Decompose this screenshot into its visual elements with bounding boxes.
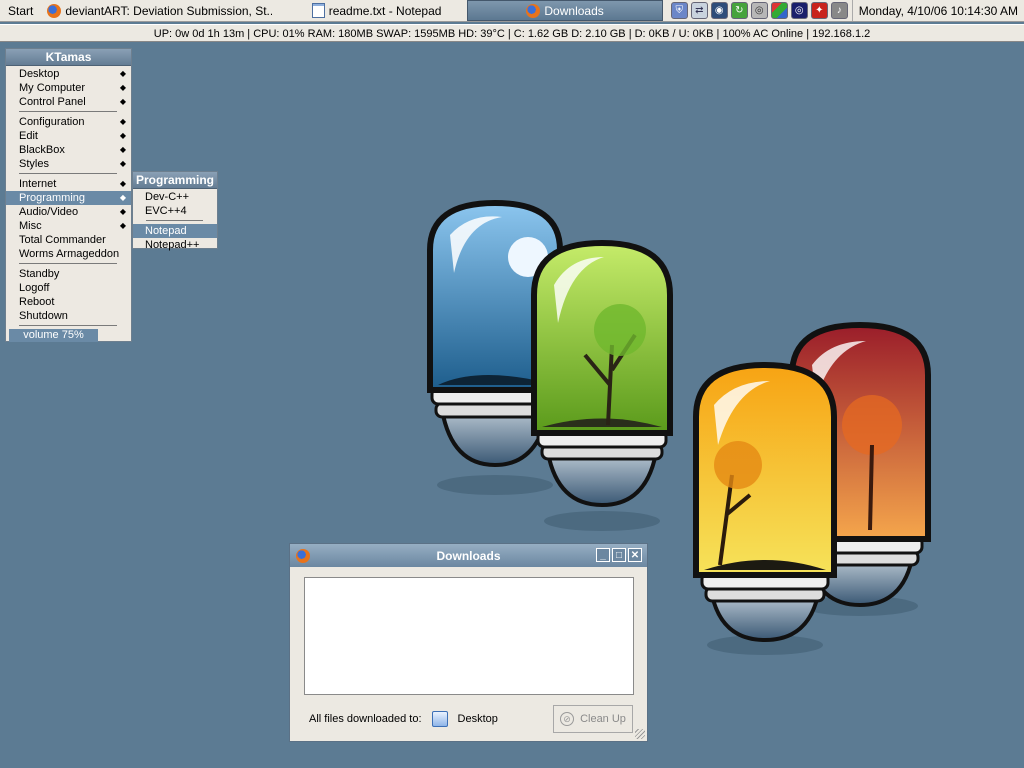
menu-item-my-computer[interactable]: My Computer ◆ <box>6 81 131 95</box>
submenu-arrow-icon: ◆ <box>119 221 126 230</box>
menu-separator <box>19 111 117 112</box>
taskbar: Start deviantART: Deviation Submission, … <box>0 0 1024 22</box>
menu-separator <box>19 325 117 326</box>
downloads-title-bar[interactable]: Downloads _ □ ✕ <box>290 544 647 567</box>
downloads-footer: All files downloaded to: Desktop ⊘ Clean… <box>309 705 633 733</box>
submenu-item-evc4[interactable]: EVC++4 <box>133 204 217 218</box>
submenu-arrow-icon: ◆ <box>119 207 126 216</box>
menu-item-logoff[interactable]: Logoff <box>6 281 131 295</box>
target-icon[interactable]: ◎ <box>790 2 808 19</box>
submenu-item-dev-cpp[interactable]: Dev-C++ <box>133 190 217 204</box>
window-title: Downloads <box>436 548 501 563</box>
menu-item-label: Styles <box>19 158 49 170</box>
cleanup-icon: ⊘ <box>560 712 575 726</box>
menu-item-styles[interactable]: Styles ◆ <box>6 157 131 171</box>
task-notepad[interactable]: readme.txt - Notepad <box>272 0 468 21</box>
yellow-lamp <box>693 361 837 643</box>
menu-item-configuration[interactable]: Configuration ◆ <box>6 115 131 129</box>
download-folder-link[interactable]: Desktop <box>458 713 498 725</box>
submenu-arrow-icon: ◆ <box>119 179 126 188</box>
clock: Monday, 4/10/06 10:14:30 AM <box>851 0 1024 21</box>
menu-separator <box>146 220 203 221</box>
maximize-button[interactable]: □ <box>612 548 626 562</box>
submenu-item-notepad-plus-plus[interactable]: Notepad++ <box>133 238 217 252</box>
disc-icon[interactable]: ◎ <box>750 2 768 19</box>
submenu-arrow-icon: ◆ <box>119 83 126 92</box>
notepad-icon <box>311 3 325 18</box>
menu-item-label: Logoff <box>19 282 50 294</box>
menu-item-reboot[interactable]: Reboot <box>6 295 131 309</box>
menu-separator <box>19 263 117 264</box>
menu-item-desktop[interactable]: Desktop ◆ <box>6 67 131 81</box>
menu-item-label: My Computer <box>19 82 86 94</box>
menu-item-programming[interactable]: Programming ◆ <box>6 191 131 205</box>
menu-item-audio-video[interactable]: Audio/Video ◆ <box>6 205 131 219</box>
menu-item-label: Shutdown <box>19 310 68 322</box>
menu-item-label: Total Commander <box>19 234 106 246</box>
downloads-list[interactable] <box>304 577 634 695</box>
menu-item-label: Standby <box>19 268 60 280</box>
minimize-button[interactable]: _ <box>596 548 610 562</box>
menu-item-label: Internet <box>19 178 57 190</box>
speaker-icon[interactable]: ♪ <box>830 2 848 19</box>
submenu-arrow-icon: ◆ <box>119 159 126 168</box>
flag-icon[interactable]: ✦ <box>810 2 828 19</box>
submenu-title[interactable]: Programming <box>133 172 217 189</box>
task-deviantart[interactable]: deviantART: Deviation Submission, St... <box>41 0 272 21</box>
menu-item-label: Configuration <box>19 116 85 128</box>
menu-item-internet[interactable]: Internet ◆ <box>6 177 131 191</box>
menu-item-label: BlackBox <box>19 144 65 156</box>
system-status-bar: UP: 0w 0d 1h 13m | CPU: 01% RAM: 180MB S… <box>0 24 1024 42</box>
close-button[interactable]: ✕ <box>628 548 642 562</box>
menu-item-blackbox[interactable]: BlackBox ◆ <box>6 143 131 157</box>
green-lamp <box>531 239 673 508</box>
menu-item-label: Edit <box>19 130 38 142</box>
firefox-icon <box>47 3 62 18</box>
menu-separator <box>19 173 117 174</box>
network-icon[interactable]: ⇄ <box>690 2 708 19</box>
menu-item-worms-armageddon[interactable]: Worms Armageddon <box>6 247 131 261</box>
clean-up-label: Clean Up <box>580 713 626 725</box>
submenu-arrow-icon: ◆ <box>119 69 126 78</box>
menu-item-label: Programming <box>19 192 86 204</box>
programming-submenu: Programming Dev-C++ EVC++4 Notepad Notep… <box>132 171 218 252</box>
menu-item-shutdown[interactable]: Shutdown <box>6 309 131 323</box>
refresh-icon[interactable]: ↻ <box>730 2 748 19</box>
system-tray: ⛨ ⇄ ◉ ↻ ◎ ◎ ✦ ♪ <box>667 0 852 21</box>
menu-item-total-commander[interactable]: Total Commander <box>6 233 131 247</box>
menu-item-label: Misc <box>19 220 42 232</box>
download-location-label: All files downloaded to: <box>309 713 422 725</box>
folder-icon[interactable] <box>431 711 448 727</box>
volume-slider[interactable]: volume 75% <box>9 329 98 342</box>
submenu-arrow-icon: ◆ <box>119 97 126 106</box>
submenu-arrow-icon: ◆ <box>119 117 126 126</box>
start-button[interactable]: Start <box>0 0 41 21</box>
downloads-window: Downloads _ □ ✕ All files downloaded to:… <box>289 543 648 742</box>
menu-item-label: Worms Armageddon <box>19 248 120 260</box>
root-menu: KTamas Desktop ◆ My Computer ◆ Control Pan… <box>5 48 132 342</box>
menu-item-label: Reboot <box>19 296 55 308</box>
color-icon[interactable] <box>770 2 788 19</box>
menu-item-standby[interactable]: Standby <box>6 267 131 281</box>
submenu-arrow-icon: ◆ <box>119 145 126 154</box>
resize-grip[interactable] <box>635 729 645 739</box>
task-label: deviantART: Deviation Submission, St... <box>65 3 272 18</box>
menu-item-misc[interactable]: Misc ◆ <box>6 219 131 233</box>
clean-up-button[interactable]: ⊘ Clean Up <box>553 705 633 733</box>
menu-item-control-panel[interactable]: Control Panel ◆ <box>6 95 131 109</box>
menu-item-label: Audio/Video <box>19 206 79 218</box>
task-downloads[interactable]: Downloads <box>467 0 663 21</box>
menu-item-label: Desktop <box>19 68 60 80</box>
task-label: Downloads <box>544 3 604 18</box>
menu-item-label: Control Panel <box>19 96 86 108</box>
task-label: readme.txt - Notepad <box>328 3 442 18</box>
shield-icon[interactable]: ⛨ <box>670 2 688 19</box>
submenu-arrow-icon: ◆ <box>119 131 126 140</box>
submenu-arrow-icon: ◆ <box>119 193 126 202</box>
submenu-item-notepad[interactable]: Notepad <box>133 224 217 238</box>
root-menu-title[interactable]: KTamas <box>6 49 131 66</box>
firefox-icon <box>526 3 541 18</box>
menu-item-edit[interactable]: Edit ◆ <box>6 129 131 143</box>
globe-icon[interactable]: ◉ <box>710 2 728 19</box>
